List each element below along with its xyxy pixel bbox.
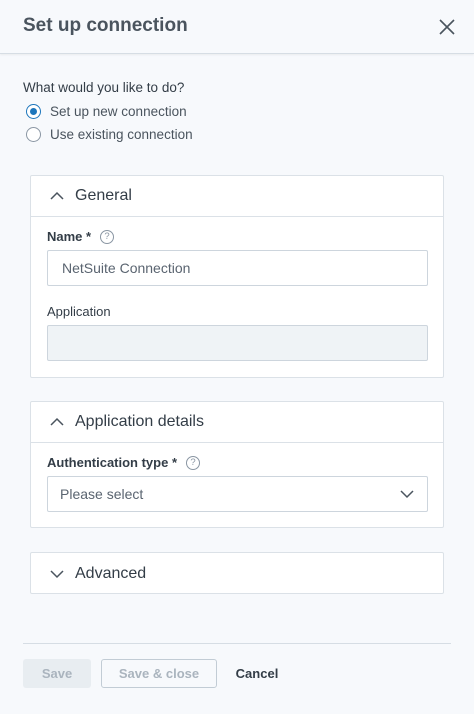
application-details-panel: Application details Authentication type … (30, 401, 444, 528)
application-details-title: Application details (75, 413, 204, 430)
general-panel-title: General (75, 187, 132, 204)
save-and-close-button[interactable]: Save & close (101, 659, 217, 688)
chevron-down-icon (400, 490, 414, 499)
advanced-panel-title: Advanced (75, 564, 147, 582)
radio-label-new: Set up new connection (50, 104, 187, 119)
auth-type-field-label: Authentication type * ? (47, 455, 201, 470)
radio-button[interactable] (26, 127, 41, 142)
name-input[interactable] (47, 250, 428, 286)
footer-divider (23, 643, 451, 644)
application-details-header[interactable]: Application details (31, 402, 443, 443)
auth-type-label-text: Authentication type * (47, 455, 178, 470)
dialog-title: Set up connection (23, 15, 188, 36)
name-field-label: Name * ? (47, 229, 115, 244)
mode-question: What would you like to do? (23, 80, 185, 95)
help-icon[interactable]: ? (186, 455, 201, 470)
cancel-button[interactable]: Cancel (227, 659, 287, 688)
radio-button-checked[interactable] (26, 104, 41, 119)
save-button[interactable]: Save (23, 659, 91, 688)
name-label-text: Name * (47, 229, 92, 244)
advanced-panel-header[interactable]: Advanced (31, 553, 443, 594)
general-panel-header[interactable]: General (31, 176, 443, 217)
advanced-panel: Advanced (30, 552, 444, 594)
radio-new-connection[interactable]: Set up new connection (26, 104, 187, 119)
radio-existing-connection[interactable]: Use existing connection (26, 127, 193, 142)
chevron-up-icon (50, 191, 64, 200)
auth-type-placeholder: Please select (60, 486, 144, 502)
auth-type-select[interactable]: Please select (47, 476, 428, 512)
chevron-up-icon (50, 417, 64, 426)
application-input (47, 325, 428, 361)
chevron-down-icon (50, 569, 64, 578)
radio-label-existing: Use existing connection (50, 127, 193, 142)
general-panel: General Name * ? Application (30, 175, 444, 378)
application-field-label: Application (47, 304, 111, 319)
dialog-header: Set up connection (0, 0, 474, 54)
close-icon (439, 19, 455, 35)
close-button[interactable] (436, 16, 458, 38)
help-icon[interactable]: ? (100, 229, 115, 244)
